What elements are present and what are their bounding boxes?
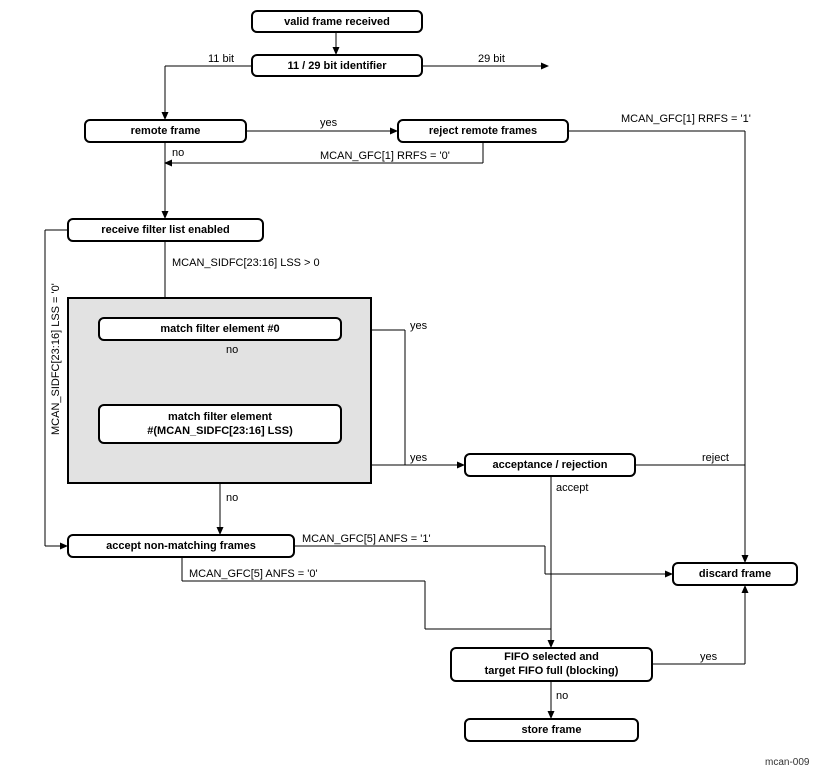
box-filter-list: receive filter list enabled	[67, 218, 264, 242]
text: valid frame received	[284, 16, 390, 28]
text: remote frame	[131, 125, 201, 137]
flowchart-canvas: valid frame received 11 / 29 bit identif…	[0, 0, 825, 778]
label-matchn-yes: yes	[410, 452, 427, 464]
box-store: store frame	[464, 718, 639, 742]
label-match0-no: no	[226, 344, 238, 356]
text: reject remote frames	[429, 125, 537, 137]
label-fifo-yes: yes	[700, 651, 717, 663]
label-anfs1: MCAN_GFC[5] ANFS = '1'	[302, 533, 431, 545]
label-match0-yes: yes	[410, 320, 427, 332]
text-line1: FIFO selected and	[504, 651, 599, 665]
text: match filter element #0	[160, 323, 279, 335]
label-29bit: 29 bit	[478, 53, 505, 65]
label-loop-no: no	[226, 492, 238, 504]
text-line2: target FIFO full (blocking)	[485, 665, 619, 679]
label-reject: reject	[702, 452, 729, 464]
text: acceptance / rejection	[493, 459, 608, 471]
text: discard frame	[699, 568, 771, 580]
text: accept non-matching frames	[106, 540, 256, 552]
label-lss-eq0: MCAN_SIDFC[23:16] LSS = '0'	[50, 283, 62, 435]
label-anfs0: MCAN_GFC[5] ANFS = '0'	[189, 568, 318, 580]
label-rrfs0: MCAN_GFC[1] RRFS = '0'	[320, 150, 450, 162]
text-line2: #(MCAN_SIDFC[23:16] LSS)	[147, 424, 292, 438]
box-identifier: 11 / 29 bit identifier	[251, 54, 423, 77]
box-remote-frame: remote frame	[84, 119, 247, 143]
box-reject-remote: reject remote frames	[397, 119, 569, 143]
label-remote-no: no	[172, 147, 184, 159]
box-accept-nonmatch: accept non-matching frames	[67, 534, 295, 558]
label-fifo-no: no	[556, 690, 568, 702]
box-fifo: FIFO selected and target FIFO full (bloc…	[450, 647, 653, 682]
label-rrfs1: MCAN_GFC[1] RRFS = '1'	[621, 113, 751, 125]
text: 11 / 29 bit identifier	[287, 60, 386, 72]
label-remote-yes: yes	[320, 117, 337, 129]
label-11bit: 11 bit	[208, 53, 234, 65]
label-lss-gt0: MCAN_SIDFC[23:16] LSS > 0	[172, 257, 320, 269]
box-match-0: match filter element #0	[98, 317, 342, 341]
text: store frame	[522, 724, 582, 736]
box-match-n: match filter element #(MCAN_SIDFC[23:16]…	[98, 404, 342, 444]
text: receive filter list enabled	[101, 224, 229, 236]
box-accept-reject: acceptance / rejection	[464, 453, 636, 477]
box-valid-frame: valid frame received	[251, 10, 423, 33]
text-line1: match filter element	[168, 410, 272, 424]
box-discard: discard frame	[672, 562, 798, 586]
figure-id: mcan-009	[765, 757, 809, 768]
label-accept: accept	[556, 482, 588, 494]
